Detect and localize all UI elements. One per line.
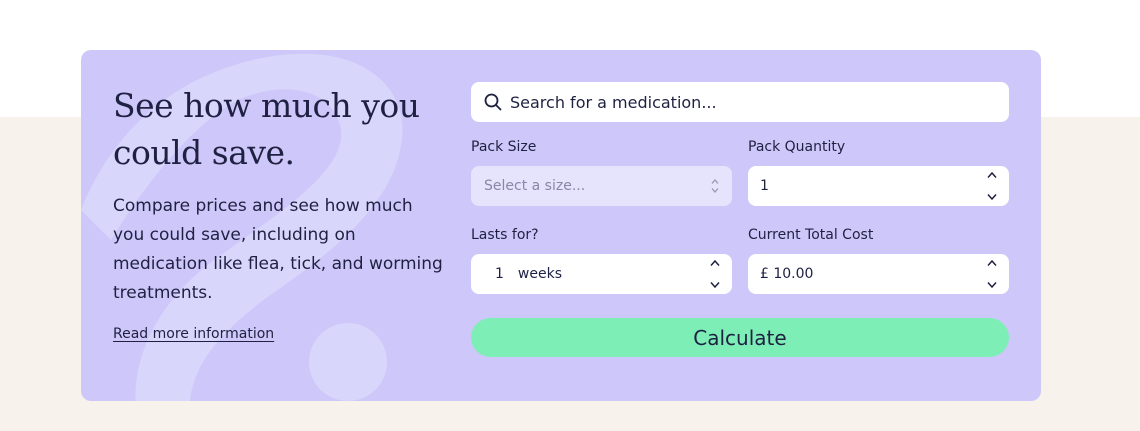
- pack-size-label: Pack Size: [471, 139, 537, 155]
- select-chevrons-icon: [708, 179, 722, 193]
- savings-calculator-card: See how much you could save. Compare pri…: [81, 50, 1041, 401]
- current-total-cost-label: Current Total Cost: [748, 227, 874, 243]
- description-text: Compare prices and see how much you coul…: [113, 196, 443, 303]
- pack-size-placeholder: Select a size...: [484, 178, 586, 194]
- pack-quantity-label: Pack Quantity: [748, 139, 846, 155]
- lasts-for-value: 1: [495, 266, 504, 282]
- stepper-down-icon[interactable]: [710, 282, 720, 288]
- stepper-up-icon[interactable]: [987, 260, 997, 266]
- read-more-link[interactable]: Read more information: [113, 326, 274, 342]
- lasts-for-unit: weeks: [517, 266, 562, 282]
- stepper-down-icon[interactable]: [987, 282, 997, 288]
- current-total-cost-stepper[interactable]: £ 10.00: [748, 254, 1009, 294]
- current-total-cost-value: £ 10.00: [760, 266, 814, 282]
- page-title: See how much you could save.: [113, 86, 420, 172]
- stepper-up-icon[interactable]: [987, 172, 997, 178]
- pack-size-select[interactable]: Select a size...: [471, 166, 732, 206]
- calculate-button[interactable]: Calculate: [471, 318, 1009, 357]
- medication-search[interactable]: [471, 82, 1009, 122]
- lasts-for-stepper[interactable]: 1 weeks: [471, 254, 732, 294]
- stepper-up-icon[interactable]: [710, 260, 720, 266]
- pack-quantity-stepper[interactable]: 1: [748, 166, 1009, 206]
- lasts-for-label: Lasts for?: [471, 227, 539, 243]
- pack-quantity-value: 1: [760, 178, 769, 194]
- search-icon: [484, 93, 502, 111]
- search-input[interactable]: [510, 92, 990, 112]
- stepper-down-icon[interactable]: [987, 194, 997, 200]
